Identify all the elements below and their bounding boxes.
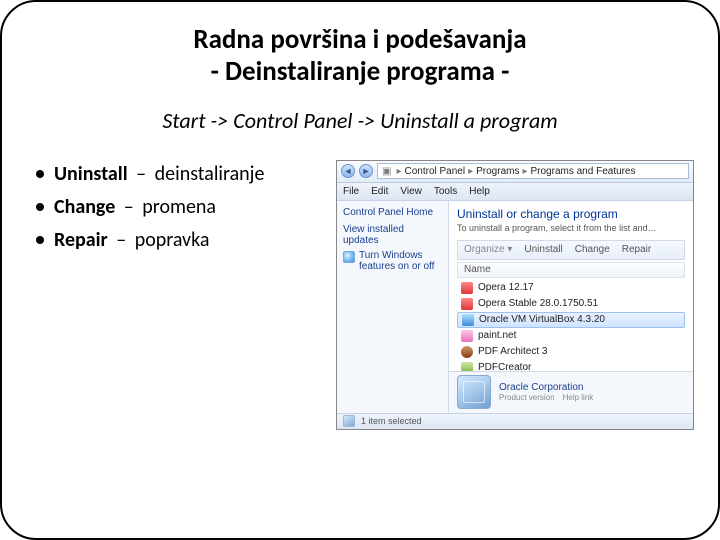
column-header-name[interactable]: Name	[457, 262, 685, 278]
list-item[interactable]: paint.net	[457, 328, 685, 344]
desc: promena	[142, 195, 216, 219]
term: Repair	[54, 228, 108, 252]
bullet-disc-icon	[36, 203, 44, 211]
window-body: Control Panel Home View installed update…	[337, 201, 693, 413]
term: Change	[54, 195, 115, 219]
computer-icon: ▣	[382, 166, 391, 177]
desc: popravka	[135, 228, 210, 252]
address-bar: ◄ ► ▣ ▸ Control Panel ▸ Programs ▸ Progr…	[337, 161, 693, 183]
status-bar: 1 item selected	[337, 413, 693, 429]
list-item[interactable]: Opera 12.17	[457, 280, 685, 296]
uninstall-button[interactable]: Uninstall	[524, 244, 562, 255]
slide-title: Radna površina i podešavanja - Deinstali…	[86, 24, 634, 89]
bullet-disc-icon	[36, 170, 44, 178]
list-item-selected[interactable]: Oracle VM VirtualBox 4.3.20	[457, 312, 685, 328]
organize-button[interactable]: Organize ▾	[464, 244, 512, 255]
menu-help[interactable]: Help	[469, 186, 490, 197]
list-item[interactable]: PDF Architect 3	[457, 344, 685, 360]
title-line-1: Radna površina i podešavanja	[193, 23, 526, 56]
left-link[interactable]: Turn Windows features on or off	[343, 250, 442, 272]
menu-file[interactable]: File	[343, 186, 359, 197]
menu-tools[interactable]: Tools	[434, 186, 457, 197]
desc: deinstaliranje	[155, 162, 265, 186]
menu-view[interactable]: View	[400, 186, 422, 197]
right-pane: Uninstall or change a program To uninsta…	[449, 201, 693, 413]
pane-heading: Uninstall or change a program	[457, 207, 685, 221]
left-heading[interactable]: Control Panel Home	[343, 207, 442, 218]
nav-back-button[interactable]: ◄	[341, 164, 355, 178]
status-icon	[343, 415, 355, 427]
nav-forward-button[interactable]: ►	[359, 164, 373, 178]
left-link[interactable]: View installed updates	[343, 224, 442, 246]
term: Uninstall	[54, 162, 128, 186]
status-text: 1 item selected	[361, 416, 422, 426]
left-pane: Control Panel Home View installed update…	[337, 201, 449, 413]
meta-product-version: Product version	[499, 393, 555, 402]
crumb[interactable]: Control Panel	[404, 166, 465, 177]
change-button[interactable]: Change	[575, 244, 610, 255]
toolbar: Organize ▾ Uninstall Change Repair	[457, 240, 685, 260]
program-icon	[461, 330, 473, 342]
bullet-item: Change – promena	[36, 193, 326, 222]
content-row: Uninstall – deinstaliranje Change – prom…	[26, 160, 694, 430]
slide-frame: Radna površina i podešavanja - Deinstali…	[0, 0, 720, 540]
publisher-block: Oracle Corporation Product version Help …	[499, 382, 593, 402]
menu-bar: File Edit View Tools Help	[337, 183, 693, 201]
program-icon	[461, 298, 473, 310]
program-icon	[462, 314, 474, 326]
bullet-disc-icon	[36, 236, 44, 244]
menu-edit[interactable]: Edit	[371, 186, 388, 197]
breadcrumb[interactable]: ▣ ▸ Control Panel ▸ Programs ▸ Programs …	[377, 163, 689, 179]
bullet-list: Uninstall – deinstaliranje Change – prom…	[26, 160, 326, 259]
program-icon	[461, 346, 473, 358]
list-item[interactable]: Opera Stable 28.0.1750.51	[457, 296, 685, 312]
bullet-item: Repair – popravka	[36, 226, 326, 255]
program-icon	[461, 282, 473, 294]
repair-button[interactable]: Repair	[622, 244, 651, 255]
shield-icon	[343, 251, 355, 263]
details-pane: Oracle Corporation Product version Help …	[449, 371, 693, 413]
crumb[interactable]: Programs	[476, 166, 519, 177]
slide-subtitle: Start -> Control Panel -> Uninstall a pr…	[26, 107, 694, 134]
screenshot-programs-and-features: ◄ ► ▣ ▸ Control Panel ▸ Programs ▸ Progr…	[336, 160, 694, 430]
pane-description: To uninstall a program, select it from t…	[457, 223, 685, 234]
crumb[interactable]: Programs and Features	[531, 166, 636, 177]
bullet-item: Uninstall – deinstaliranje	[36, 160, 326, 189]
program-large-icon	[457, 375, 491, 409]
meta-help-link: Help link	[563, 393, 594, 402]
publisher-name: Oracle Corporation	[499, 382, 593, 393]
title-line-2: - Deinstaliranje programa -	[211, 55, 510, 88]
